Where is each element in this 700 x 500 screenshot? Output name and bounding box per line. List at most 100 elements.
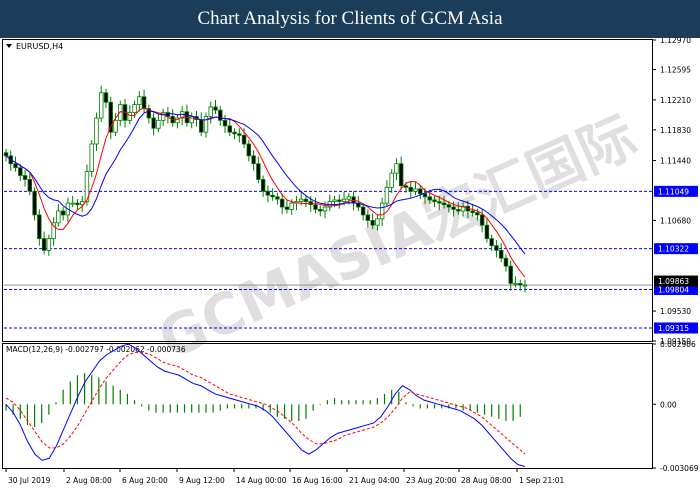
candle-body <box>199 119 204 133</box>
macd-histogram-bar <box>183 404 186 413</box>
macd-histogram-bar <box>305 404 307 419</box>
candle-body <box>494 245 499 251</box>
macd-histogram-bar <box>476 404 478 413</box>
macd-histogram-bar <box>312 404 314 411</box>
candle-body <box>513 283 518 285</box>
candle-body <box>151 117 156 129</box>
candle-body <box>408 186 413 192</box>
symbol-label: EURUSD,H4 <box>16 42 63 51</box>
candle-body <box>46 238 52 251</box>
candle-body <box>37 214 42 239</box>
candle-body <box>422 193 428 198</box>
macd-histogram-bar <box>376 398 378 405</box>
time-tick-label: 21 Aug 04:00 <box>349 476 400 485</box>
candle-body <box>27 179 33 192</box>
candle-body <box>299 198 304 202</box>
candle-body <box>484 224 490 239</box>
candle-body <box>427 196 432 201</box>
candle-body <box>241 134 247 145</box>
candle-body <box>213 106 218 111</box>
candle-body <box>275 196 280 200</box>
macd-histogram-bar <box>219 404 221 411</box>
candle-body <box>22 175 28 180</box>
candle-body <box>403 185 409 188</box>
macd-histogram-bar <box>48 404 50 415</box>
macd-histogram-bar <box>62 389 64 405</box>
candle-body <box>441 202 447 206</box>
candle-body <box>522 284 528 287</box>
level-label-text: 1.11049 <box>658 187 689 196</box>
macd-histogram-bar <box>248 404 250 409</box>
candle-body <box>360 206 366 216</box>
candle-body <box>479 214 485 226</box>
candle-body <box>413 188 418 192</box>
macd-tick-label: 0.00 <box>660 400 677 409</box>
macd-tick-label: 0.002906 <box>660 340 696 349</box>
candle-body <box>156 119 161 129</box>
macd-histogram-bar <box>369 400 371 405</box>
macd-histogram-bar <box>319 404 321 405</box>
level-label-text: 1.09804 <box>658 285 689 294</box>
candle-body <box>503 257 509 267</box>
candle-body <box>475 212 480 216</box>
macd-histogram-bar <box>69 381 71 405</box>
candle-body <box>256 163 261 180</box>
candle-body <box>103 92 109 103</box>
macd-histogram-bar <box>148 404 150 411</box>
macd-histogram-bar <box>505 404 507 421</box>
candle-body <box>251 155 256 165</box>
macd-histogram-bar <box>298 404 300 421</box>
macd-histogram-bar <box>355 400 357 405</box>
candle-body <box>260 179 266 192</box>
macd-histogram-bar <box>91 375 93 405</box>
time-tick-label: 2 Aug 08:00 <box>66 476 112 485</box>
time-tick-label: 1 Sep 21:01 <box>519 476 565 485</box>
price-tick-label: 1.12595 <box>660 66 691 75</box>
macd-histogram-bar <box>341 400 343 405</box>
candle-body <box>56 210 61 224</box>
time-tick-label: 16 Aug 16:00 <box>292 476 343 485</box>
candle-body <box>375 218 380 226</box>
candle-body <box>279 198 285 208</box>
macd-histogram-bar <box>105 381 107 405</box>
macd-histogram-bar <box>191 404 193 413</box>
candle-body <box>89 143 94 172</box>
price-tick-label: 1.12210 <box>660 96 691 105</box>
candle-body <box>389 172 394 188</box>
candle-body <box>451 206 456 210</box>
macd-histogram-bar <box>176 404 179 413</box>
candle-body <box>432 199 437 202</box>
macd-histogram-bar <box>483 404 486 415</box>
candle-body <box>141 96 147 109</box>
macd-histogram-bar <box>233 404 236 409</box>
candle-body <box>75 202 80 206</box>
macd-histogram-bar <box>255 404 257 409</box>
candle-body <box>218 109 223 121</box>
macd-histogram-bar <box>362 400 364 405</box>
macd-histogram-bar <box>391 389 393 405</box>
macd-histogram-bar <box>169 404 171 413</box>
macd-histogram-bar <box>198 404 200 413</box>
macd-histogram-bar <box>269 404 271 413</box>
candle-body <box>32 190 37 216</box>
macd-histogram-bar <box>141 404 143 407</box>
candle-body <box>318 209 323 212</box>
macd-histogram-bar <box>241 404 243 409</box>
candle-body <box>337 199 342 202</box>
macd-histogram-bar <box>155 404 157 413</box>
time-tick-label: 30 Jul 2019 <box>8 476 51 485</box>
candle-body <box>456 209 461 212</box>
time-tick-label: 28 Aug 08:00 <box>461 476 512 485</box>
price-tick-label: 1.11830 <box>660 126 691 135</box>
macd-histogram-bar <box>405 402 407 405</box>
macd-histogram-bar <box>426 404 428 409</box>
candle-body <box>313 204 318 210</box>
macd-histogram-bar <box>226 404 229 409</box>
macd-histogram-bar <box>205 404 207 413</box>
macd-histogram-bar <box>33 404 36 428</box>
candle-body <box>237 133 242 136</box>
macd-tick-label: -0.003069 <box>660 464 699 473</box>
candle-body <box>227 125 232 133</box>
macd-label: MACD(12,26,9) -0.002797 -0.002062 -0.000… <box>6 345 186 354</box>
candle-body <box>289 202 294 210</box>
